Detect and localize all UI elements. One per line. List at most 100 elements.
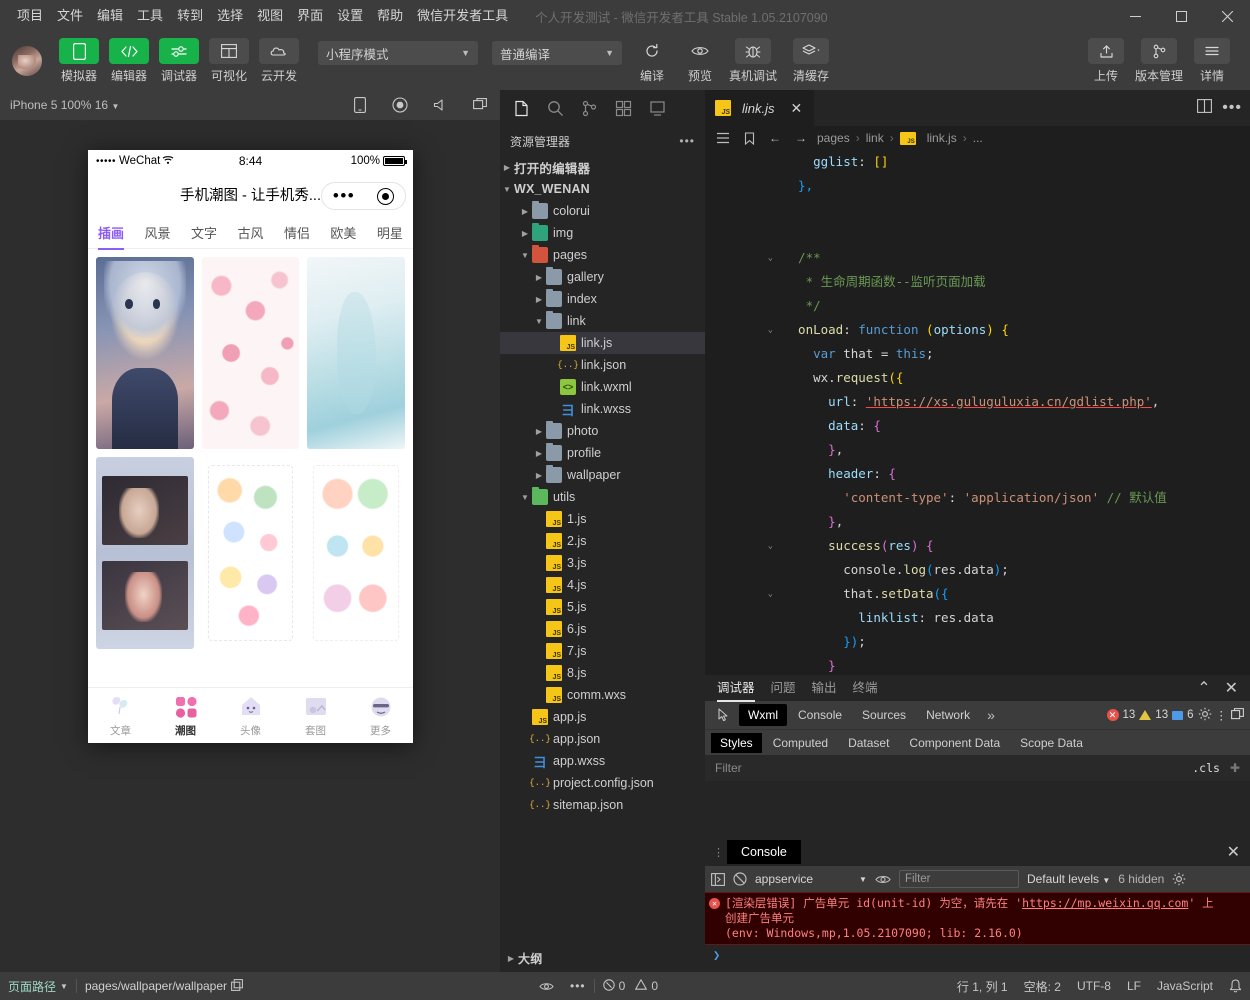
- close-icon[interactable]: ✕: [791, 100, 803, 117]
- tree-item-comm-wxs[interactable]: JS comm.wxs: [500, 684, 705, 706]
- category-tab-star[interactable]: 明星: [377, 223, 403, 242]
- grid-item[interactable]: [96, 457, 194, 649]
- grid-item[interactable]: [201, 457, 300, 649]
- editor-tab-linkjs[interactable]: JS link.js ✕: [705, 90, 815, 126]
- page-path-selector[interactable]: 页面路径 ▼: [0, 972, 76, 1000]
- breadcrumb-link[interactable]: link: [866, 131, 884, 145]
- compile-button[interactable]: 编译: [628, 38, 676, 84]
- more-actions-icon[interactable]: •••: [1222, 99, 1242, 117]
- tab-trend-images[interactable]: 潮图: [153, 688, 218, 743]
- preview-button[interactable]: 预览: [676, 38, 724, 84]
- drag-handle-icon[interactable]: ⋮: [713, 846, 727, 859]
- fold-chevron-icon[interactable]: ⌄: [768, 318, 773, 342]
- wechat-capsule[interactable]: •••: [321, 182, 406, 210]
- styles-tab-styles[interactable]: Styles: [711, 732, 762, 753]
- cloud-dev-button[interactable]: 云开发: [255, 38, 303, 84]
- category-tab-scenery[interactable]: 风景: [144, 223, 170, 242]
- panel-tab-debugger[interactable]: 调试器: [717, 677, 755, 702]
- volume-icon[interactable]: [420, 90, 460, 120]
- tree-item-6-js[interactable]: JS 6.js: [500, 618, 705, 640]
- mode-select[interactable]: 小程序模式 ▼: [318, 41, 478, 65]
- debug-alt-icon[interactable]: [640, 92, 674, 124]
- source-control-icon[interactable]: [572, 92, 606, 124]
- tree-item-pages[interactable]: ▼ pages: [500, 244, 705, 266]
- bookmark-icon[interactable]: [739, 131, 759, 145]
- tree-item-4-js[interactable]: JS 4.js: [500, 574, 705, 596]
- encoding-setting[interactable]: UTF-8: [1069, 972, 1119, 1000]
- indentation-setting[interactable]: 空格: 2: [1016, 972, 1069, 1000]
- console-prompt[interactable]: ❯: [705, 945, 1250, 965]
- console-filter-input[interactable]: Filter: [898, 870, 1019, 888]
- gear-icon[interactable]: [1172, 872, 1186, 886]
- window-icon[interactable]: [460, 90, 500, 120]
- breadcrumb-pages[interactable]: pages: [817, 131, 850, 145]
- panel-tab-output[interactable]: 输出: [812, 677, 837, 700]
- breadcrumb-file[interactable]: link.js: [927, 131, 957, 145]
- tree-item-2-js[interactable]: JS 2.js: [500, 530, 705, 552]
- avatar[interactable]: [12, 46, 42, 76]
- close-icon[interactable]: ✕: [1225, 678, 1238, 698]
- inspect-element-icon[interactable]: [711, 708, 737, 722]
- device-selector[interactable]: iPhone 5 100% 16 ▼: [10, 98, 119, 112]
- grid-item[interactable]: [96, 257, 194, 449]
- grid-item[interactable]: [201, 257, 300, 449]
- editor-button[interactable]: 编辑器: [105, 38, 153, 84]
- cursor-position[interactable]: 行 1, 列 1: [949, 972, 1016, 1000]
- styles-tab-component-data[interactable]: Component Data: [900, 733, 1009, 753]
- menu-item-settings[interactable]: 设置: [330, 4, 370, 28]
- more-dots-icon[interactable]: •••: [333, 187, 355, 204]
- back-icon[interactable]: ←: [765, 131, 785, 145]
- tree-item-photo[interactable]: ▶ photo: [500, 420, 705, 442]
- tree-item-project-config-json[interactable]: {..} project.config.json: [500, 772, 705, 794]
- tree-item-wallpaper[interactable]: ▶ wallpaper: [500, 464, 705, 486]
- tree-item-link-wxml[interactable]: <> link.wxml: [500, 376, 705, 398]
- live-expression-icon[interactable]: [875, 874, 891, 885]
- tree-item-link-js[interactable]: JS link.js: [500, 332, 705, 354]
- tree-item-app-js[interactable]: JS app.js: [500, 706, 705, 728]
- tree-item-colorui[interactable]: ▶ colorui: [500, 200, 705, 222]
- menu-item-interface[interactable]: 界面: [290, 4, 330, 28]
- language-mode[interactable]: JavaScript: [1149, 972, 1221, 1000]
- visualize-button[interactable]: 可视化: [205, 38, 253, 84]
- tab-album[interactable]: 套图: [283, 688, 348, 743]
- debugger-button[interactable]: 调试器: [155, 38, 203, 84]
- page-path-value-group[interactable]: pages/wallpaper/wallpaper: [77, 972, 251, 1000]
- devtools-tab-network[interactable]: Network: [917, 704, 979, 726]
- tree-item-link-wxss[interactable]: 彐 link.wxss: [500, 398, 705, 420]
- tab-article[interactable]: 文章: [88, 688, 153, 743]
- styles-filter-input[interactable]: Filter: [715, 761, 742, 775]
- tree-project-root[interactable]: ▼ WX_WENAN: [500, 178, 705, 200]
- code-content[interactable]: gglist: [] }, ⌄ /** * 生命周期函数--监听页面加载 */ ⌄ …: [705, 150, 1250, 675]
- category-tab-western[interactable]: 欧美: [330, 223, 356, 242]
- tree-item-app-json[interactable]: {..} app.json: [500, 728, 705, 750]
- tree-item-8-js[interactable]: JS 8.js: [500, 662, 705, 684]
- tree-item-sitemap-json[interactable]: {..} sitemap.json: [500, 794, 705, 816]
- record-icon[interactable]: [380, 90, 420, 120]
- ellipsis-icon[interactable]: •••: [679, 134, 695, 148]
- clear-cache-button[interactable]: 清缓存: [782, 38, 840, 84]
- upload-button[interactable]: 上传: [1082, 38, 1130, 84]
- tree-item-gallery[interactable]: ▶ gallery: [500, 266, 705, 288]
- eol-setting[interactable]: LF: [1119, 972, 1149, 1000]
- extensions-icon[interactable]: [606, 92, 640, 124]
- split-editor-icon[interactable]: [1197, 98, 1213, 118]
- details-button[interactable]: 详情: [1188, 38, 1236, 84]
- devtools-tab-sources[interactable]: Sources: [853, 704, 915, 726]
- phone-simulator[interactable]: ••••• WeChat 8:44 100% 手机潮图 - 让手机秀... ••…: [88, 150, 413, 743]
- bell-icon[interactable]: [1221, 972, 1250, 1000]
- error-link[interactable]: https://mp.weixin.qq.com: [1022, 896, 1188, 910]
- status-error-group[interactable]: 0 0: [595, 972, 666, 1000]
- panel-tab-terminal[interactable]: 终端: [853, 677, 878, 700]
- tree-open-editors[interactable]: ▶ 打开的编辑器: [500, 156, 705, 178]
- version-manage-button[interactable]: 版本管理: [1130, 38, 1188, 84]
- close-icon[interactable]: ✕: [1227, 842, 1250, 862]
- minimize-icon[interactable]: [1112, 0, 1158, 32]
- copy-icon[interactable]: [231, 978, 243, 994]
- tree-item-1-js[interactable]: JS 1.js: [500, 508, 705, 530]
- tab-avatar[interactable]: 头像: [218, 688, 283, 743]
- outline-icon[interactable]: [713, 132, 733, 144]
- overflow-icon[interactable]: »: [981, 707, 1001, 723]
- menu-item-select[interactable]: 选择: [210, 4, 250, 28]
- category-tab-ancient[interactable]: 古风: [237, 223, 263, 242]
- menu-item-goto[interactable]: 转到: [170, 4, 210, 28]
